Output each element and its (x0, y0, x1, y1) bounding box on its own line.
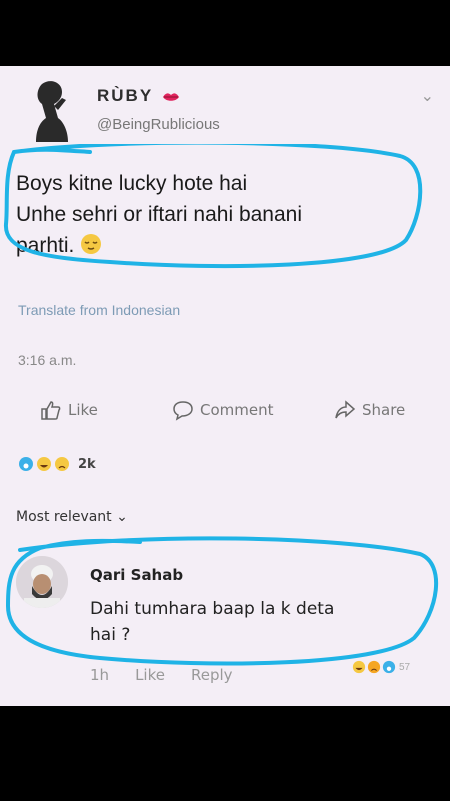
like-label: Like (68, 401, 98, 419)
post-line-3: parhti. (16, 234, 75, 257)
sad-reaction-icon (367, 660, 381, 674)
chevron-down-icon: ⌄ (116, 509, 128, 525)
post-screen: RÙBY @BeingRublicious ⌄ Boys kitne lucky… (0, 66, 450, 706)
like-button[interactable]: Like (40, 399, 98, 421)
thumbs-up-icon (41, 401, 61, 420)
comment-time: 1h (90, 666, 110, 684)
reaction-summary[interactable]: 2k (18, 456, 96, 472)
author-name[interactable]: RÙBY (97, 86, 180, 106)
comment-like-button[interactable]: Like (135, 666, 165, 684)
wow-reaction-icon (382, 660, 396, 674)
post-line-2: Unhe sehri or iftari nahi banani (16, 203, 303, 226)
relieved-face-icon (81, 234, 102, 254)
translate-link[interactable]: Translate from Indonesian (18, 302, 180, 318)
author-avatar[interactable] (28, 78, 76, 142)
sort-dropdown[interactable]: Most relevant ⌄ (16, 509, 128, 525)
comment-label: Comment (200, 401, 274, 419)
comment-reply-button[interactable]: Reply (191, 666, 233, 684)
comment-button[interactable]: Comment (172, 399, 274, 421)
share-label: Share (362, 401, 406, 419)
chevron-down-icon[interactable]: ⌄ (421, 86, 434, 106)
post-time: 3:16 a.m. (18, 352, 77, 368)
comment-reaction-count: 57 (399, 661, 411, 673)
comment-actions: 1h Like Reply (90, 666, 233, 684)
commenter-name[interactable]: Qari Sahab (90, 566, 183, 584)
post-line-1: Boys kitne lucky hote hai (16, 172, 248, 195)
wow-reaction-icon (19, 457, 33, 471)
author-handle[interactable]: @BeingRublicious (97, 116, 220, 133)
lips-icon (162, 92, 179, 101)
post-text: Boys kitne lucky hote hai Unhe sehri or … (16, 168, 406, 261)
reaction-count: 2k (78, 456, 96, 472)
comment-reactions[interactable]: 57 (352, 660, 410, 674)
comment-line-1: Dahi tumhara baap la k deta (90, 599, 335, 619)
share-icon (335, 400, 356, 419)
sort-label: Most relevant (16, 509, 112, 525)
sad-reaction-icon (55, 457, 69, 471)
commenter-avatar[interactable] (16, 556, 68, 608)
comment-icon (173, 401, 193, 421)
comment-line-2: hai ? (90, 625, 131, 645)
share-button[interactable]: Share (334, 399, 405, 421)
comment-text: Dahi tumhara baap la k deta hai ? (90, 596, 390, 648)
action-bar: Like Comment Share (0, 399, 450, 427)
haha-reaction-icon (37, 457, 51, 471)
haha-reaction-icon (352, 660, 366, 674)
